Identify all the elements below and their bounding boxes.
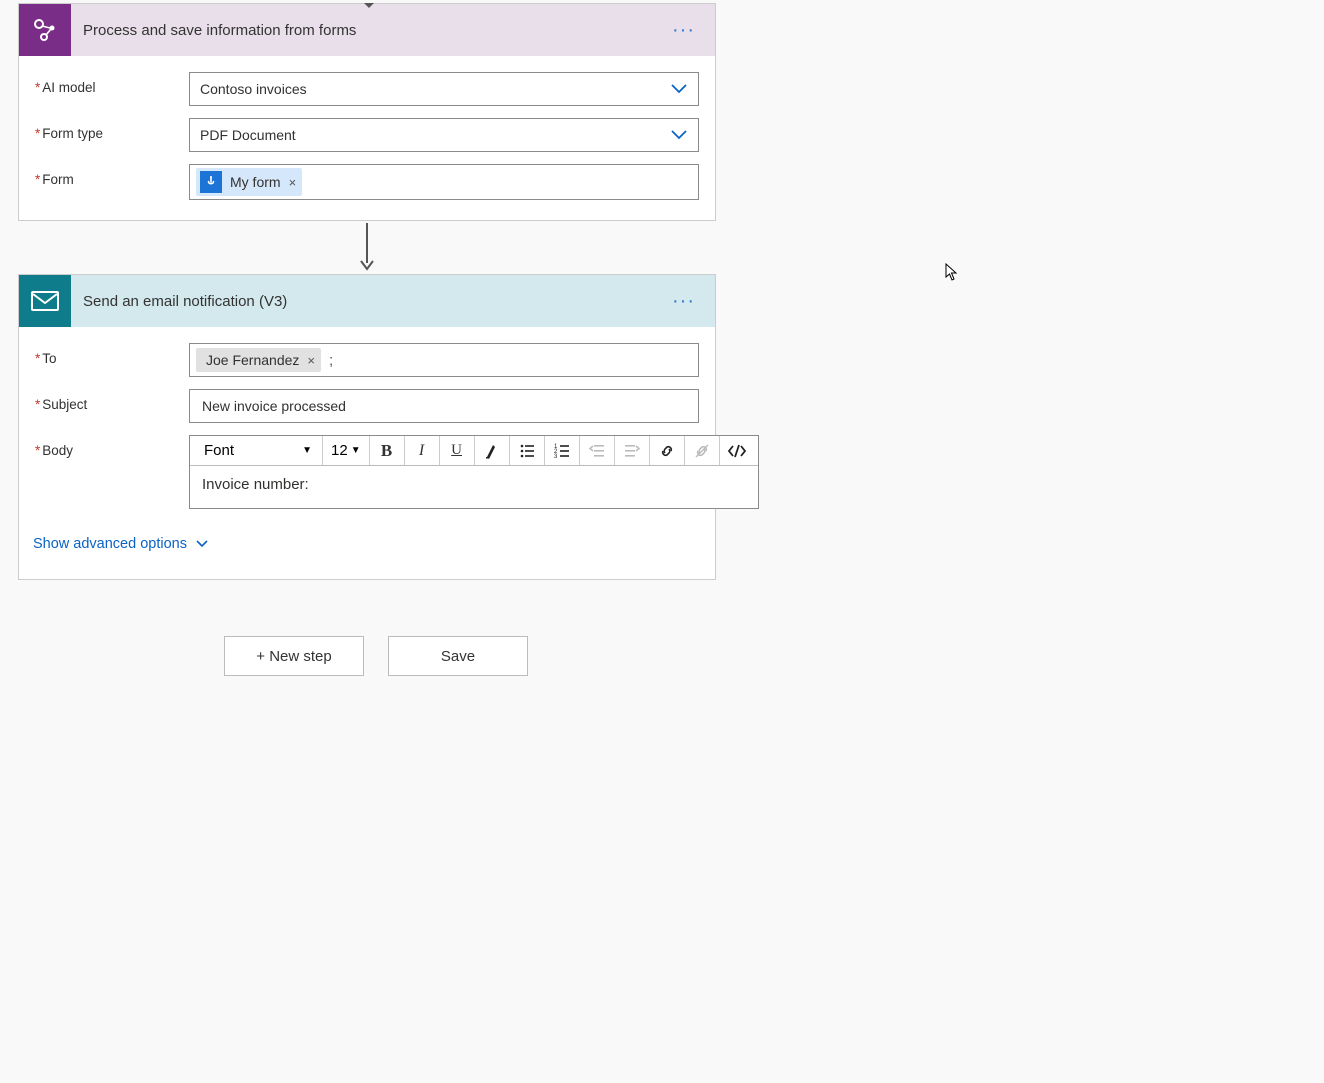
ai-model-value: Contoso invoices bbox=[200, 81, 307, 97]
token-remove-button[interactable]: × bbox=[307, 353, 315, 368]
chevron-down-icon bbox=[195, 539, 209, 549]
code-view-button[interactable] bbox=[724, 438, 750, 464]
link-button[interactable] bbox=[654, 438, 680, 464]
recipient-token-label: Joe Fernandez bbox=[206, 352, 299, 368]
ai-model-select[interactable]: Contoso invoices bbox=[189, 72, 699, 106]
card-header: Send an email notification (V3) ··· bbox=[19, 275, 715, 327]
touch-icon bbox=[200, 171, 222, 193]
body-editor-content[interactable]: Invoice number: bbox=[190, 466, 758, 508]
new-step-button[interactable]: + New step bbox=[224, 636, 364, 676]
field-label-subject: *Subject bbox=[35, 389, 189, 412]
subject-input[interactable]: New invoice processed bbox=[189, 389, 699, 423]
step-card-email: Send an email notification (V3) ··· *To … bbox=[18, 274, 716, 580]
token-remove-button[interactable]: × bbox=[289, 175, 297, 190]
bullet-list-button[interactable] bbox=[514, 438, 540, 464]
recipient-separator: ; bbox=[325, 352, 333, 369]
chevron-down-icon bbox=[670, 129, 688, 141]
step-card-ai-forms: Process and save information from forms … bbox=[18, 3, 716, 221]
show-advanced-options-link[interactable]: Show advanced options bbox=[33, 536, 209, 552]
card-header: Process and save information from forms … bbox=[19, 4, 715, 56]
caret-down-icon: ▼ bbox=[302, 445, 312, 456]
unlink-button bbox=[689, 438, 715, 464]
card-menu-button[interactable]: ··· bbox=[668, 290, 699, 313]
chevron-down-icon bbox=[670, 83, 688, 95]
to-input[interactable]: Joe Fernandez × ; bbox=[189, 343, 699, 377]
font-size-select[interactable]: 12 ▼ bbox=[327, 442, 365, 459]
numbered-list-button[interactable]: 123 bbox=[549, 438, 575, 464]
field-label-form: *Form bbox=[35, 164, 189, 187]
underline-button[interactable]: U bbox=[444, 438, 470, 464]
form-type-select[interactable]: PDF Document bbox=[189, 118, 699, 152]
card-title: Send an email notification (V3) bbox=[71, 293, 668, 310]
card-title: Process and save information from forms bbox=[71, 22, 668, 39]
form-type-value: PDF Document bbox=[200, 127, 296, 143]
caret-down-icon: ▼ bbox=[351, 445, 361, 456]
form-input[interactable]: My form × bbox=[189, 164, 699, 200]
cursor-icon bbox=[945, 263, 959, 281]
form-token-label: My form bbox=[230, 174, 281, 190]
field-label-form-type: *Form type bbox=[35, 118, 189, 141]
bold-button[interactable]: B bbox=[374, 438, 400, 464]
subject-value: New invoice processed bbox=[202, 398, 346, 414]
svg-text:3: 3 bbox=[554, 454, 558, 460]
editor-toolbar: Font ▼ 12 ▼ B I bbox=[190, 436, 758, 466]
flow-connector bbox=[18, 221, 716, 271]
form-token[interactable]: My form × bbox=[196, 168, 302, 196]
outdent-button bbox=[584, 438, 610, 464]
card-menu-button[interactable]: ··· bbox=[668, 19, 699, 42]
italic-button[interactable]: I bbox=[409, 438, 435, 464]
font-family-select[interactable]: Font ▼ bbox=[198, 442, 318, 459]
save-button[interactable]: Save bbox=[388, 636, 528, 676]
field-label-ai-model: *AI model bbox=[35, 72, 189, 95]
body-editor: Font ▼ 12 ▼ B I bbox=[189, 435, 759, 509]
field-label-body: *Body bbox=[35, 435, 189, 458]
field-label-to: *To bbox=[35, 343, 189, 366]
ai-connector-icon bbox=[19, 4, 71, 56]
mail-connector-icon bbox=[19, 275, 71, 327]
font-color-button[interactable] bbox=[479, 438, 505, 464]
recipient-token[interactable]: Joe Fernandez × bbox=[196, 348, 321, 372]
indent-button bbox=[619, 438, 645, 464]
